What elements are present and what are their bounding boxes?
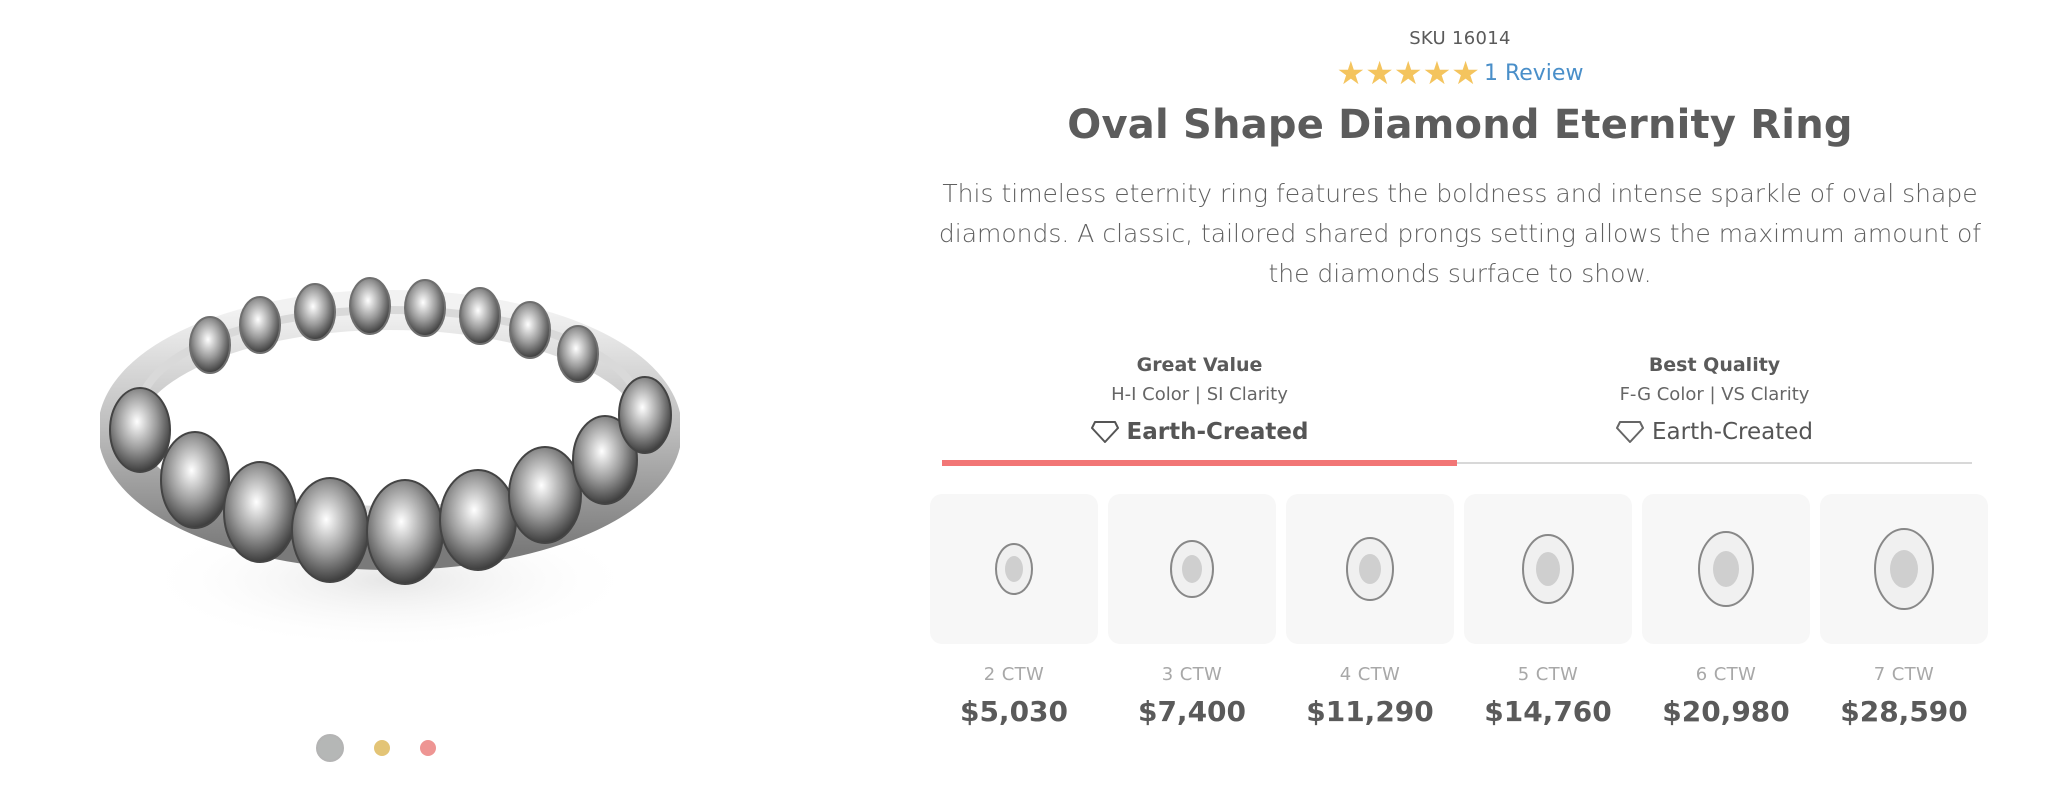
carat-label: 5 CTW [1517,664,1579,685]
diamond-image [1820,494,1988,644]
reviews-link[interactable]: 1 Review [1484,61,1583,86]
tab-origin-label: Earth-Created [1126,419,1309,445]
carat-price: $11,290 [1306,695,1434,728]
diamond-image [1464,494,1632,644]
oval-diamond-icon [1346,537,1394,601]
tab-subtitle: F-G Color | VS Clarity [1619,384,1810,405]
carat-option-3[interactable]: 3 CTW $7,400 [1108,494,1276,728]
product-gallery [0,0,900,811]
carat-label: 3 CTW [1161,664,1223,685]
diamond-image [1642,494,1810,644]
product-details: SKU 16014 ★ ★ ★ ★ ★ 1 Review Oval Shape … [920,0,2000,811]
diamond-image [1286,494,1454,644]
carat-price: $5,030 [959,695,1069,728]
diamond-outline-icon [1090,421,1119,443]
carat-label: 2 CTW [983,664,1045,685]
swatch-rose-gold[interactable] [420,740,436,756]
tab-indicator [942,460,1457,466]
swatch-yellow-gold[interactable] [374,740,390,756]
carat-label: 4 CTW [1339,664,1401,685]
oval-diamond-icon [1874,528,1934,610]
carat-price: $14,760 [1484,695,1612,728]
carat-label: 7 CTW [1873,664,1935,685]
metal-swatches [316,734,436,762]
tab-best-quality[interactable]: Best Quality F-G Color | VS Clarity Eart… [1457,352,1972,470]
carat-option-2[interactable]: 2 CTW $5,030 [930,494,1098,728]
swatch-white-gold[interactable] [316,734,344,762]
star-icon: ★ [1365,54,1394,92]
carat-options: 2 CTW $5,030 3 CTW $7,400 4 CTW $11,290 … [930,494,1990,728]
star-icon: ★ [1451,54,1480,92]
oval-diamond-icon [1170,540,1214,598]
ring-image [100,277,680,650]
product-sku: SKU 16014 [1409,28,1511,49]
quality-tabs: Great Value H-I Color | SI Clarity Earth… [942,352,1972,470]
star-icon: ★ [1393,54,1423,92]
carat-option-6[interactable]: 6 CTW $20,980 [1642,494,1810,728]
carat-option-5[interactable]: 5 CTW $14,760 [1464,494,1632,728]
carat-price: $7,400 [1137,695,1247,728]
tab-title: Best Quality [1648,354,1781,376]
tab-indicator [1457,462,1972,464]
diamond-image [1108,494,1276,644]
carat-price: $28,590 [1840,695,1968,728]
tab-subtitle: H-I Color | SI Clarity [1111,384,1288,405]
tab-great-value[interactable]: Great Value H-I Color | SI Clarity Earth… [942,352,1457,470]
tab-origin-label: Earth-Created [1652,419,1813,445]
diamond-image [930,494,1098,644]
carat-option-4[interactable]: 4 CTW $11,290 [1286,494,1454,728]
oval-diamond-icon [995,543,1033,595]
carat-label: 6 CTW [1695,664,1757,685]
carat-option-7[interactable]: 7 CTW $28,590 [1820,494,1988,728]
oval-diamond-icon [1698,531,1754,607]
star-icon: ★ [1336,54,1366,92]
rating-stars: ★ ★ ★ ★ ★ [1336,54,1480,92]
star-icon: ★ [1422,54,1452,92]
carat-price: $20,980 [1662,695,1790,728]
oval-diamond-icon [1522,534,1574,604]
tab-title: Great Value [1136,354,1263,376]
diamond-outline-icon [1616,421,1644,443]
product-rating: ★ ★ ★ ★ ★ 1 Review [920,54,2000,92]
tab-origin: Earth-Created [1457,419,1972,445]
tab-origin: Earth-Created [942,419,1457,445]
product-description: This timeless eternity ring features the… [938,179,1982,288]
product-title: Oval Shape Diamond Eternity Ring [1067,102,1853,148]
